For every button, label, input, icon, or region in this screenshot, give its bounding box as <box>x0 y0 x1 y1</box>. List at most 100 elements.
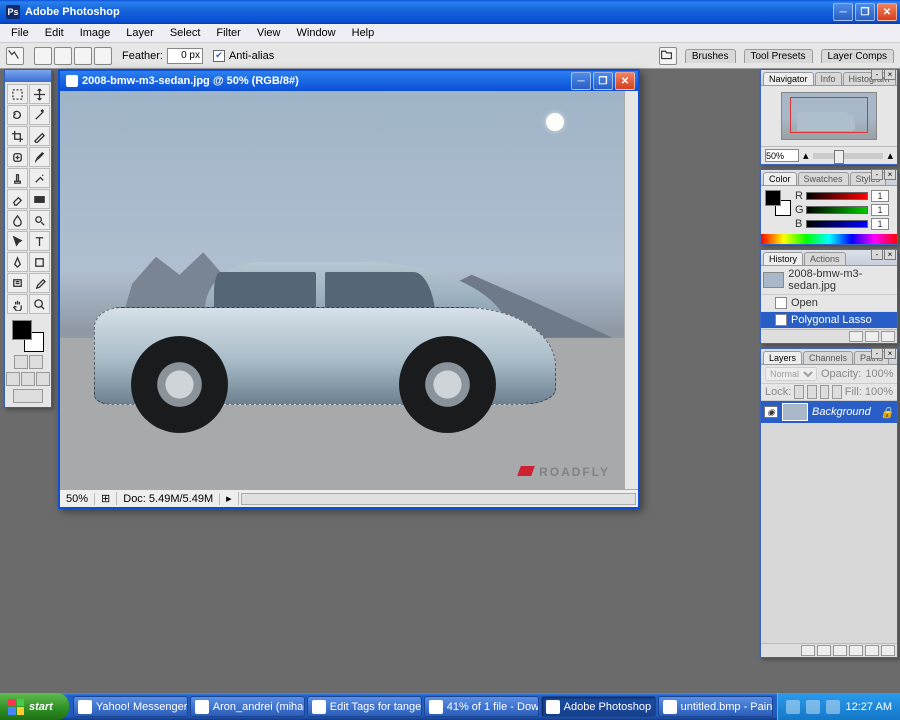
panel-close[interactable]: × <box>884 169 896 180</box>
delete-layer-button[interactable] <box>881 645 895 656</box>
menu-window[interactable]: Window <box>290 25 343 41</box>
delete-state[interactable] <box>881 331 895 342</box>
panel-minimize[interactable]: - <box>871 249 883 260</box>
layer-row-background[interactable]: ◉ Background 🔒 <box>761 401 897 423</box>
history-brush-tool[interactable] <box>29 168 50 188</box>
selection-subtract[interactable] <box>74 47 92 65</box>
clock[interactable]: 12:27 AM <box>846 701 892 713</box>
history-item-open[interactable]: Open <box>761 295 897 312</box>
tab-layers[interactable]: Layers <box>763 351 802 364</box>
tab-channels[interactable]: Channels <box>803 351 853 364</box>
toolbox-header[interactable] <box>5 70 51 82</box>
navigator-zoom-input[interactable] <box>765 149 799 162</box>
close-button[interactable]: ✕ <box>877 3 897 21</box>
r-value[interactable]: 1 <box>871 190 889 202</box>
layers-panel[interactable]: Layers Channels Paths -× Normal Opacity:… <box>760 348 898 658</box>
zoom-display[interactable]: 50% <box>60 493 95 505</box>
system-tray[interactable]: 12:27 AM <box>777 693 900 720</box>
lock-pixels[interactable] <box>807 385 817 399</box>
menu-image[interactable]: Image <box>73 25 118 41</box>
menu-help[interactable]: Help <box>345 25 382 41</box>
panel-minimize[interactable]: - <box>871 69 883 80</box>
new-layer-button[interactable] <box>865 645 879 656</box>
magic-wand-tool[interactable] <box>29 105 50 125</box>
history-snapshot[interactable]: 2008-bmw-m3-sedan.jpg <box>761 266 897 295</box>
menu-select[interactable]: Select <box>163 25 208 41</box>
panel-close[interactable]: × <box>884 348 896 359</box>
screen-mode-1[interactable] <box>6 372 20 386</box>
screen-mode-3[interactable] <box>36 372 50 386</box>
crop-tool[interactable] <box>7 126 28 146</box>
layer-style-button[interactable] <box>801 645 815 656</box>
new-doc-from-state[interactable] <box>849 331 863 342</box>
tool-preset-picker[interactable] <box>6 47 24 65</box>
panel-minimize[interactable]: - <box>871 348 883 359</box>
panel-close[interactable]: × <box>884 249 896 260</box>
document-window[interactable]: 2008-bmw-m3-sedan.jpg @ 50% (RGB/8#) ─ ❐… <box>58 69 640 509</box>
screen-mode-2[interactable] <box>21 372 35 386</box>
zoom-slider[interactable] <box>813 153 884 159</box>
tab-swatches[interactable]: Swatches <box>798 172 849 185</box>
navigator-panel[interactable]: Navigator Info Histogram -× ▴ ▴ <box>760 69 898 165</box>
doc-minimize-button[interactable]: ─ <box>571 72 591 90</box>
doc-size-display[interactable]: Doc: 5.49M/5.49M <box>117 493 220 505</box>
menu-file[interactable]: File <box>4 25 36 41</box>
start-button[interactable]: start <box>0 693 69 720</box>
blend-mode-select[interactable]: Normal <box>765 367 817 381</box>
color-spectrum-bar[interactable] <box>761 234 897 244</box>
horizontal-scrollbar[interactable] <box>241 493 636 505</box>
doc-info-menu[interactable]: ▸ <box>220 492 239 505</box>
jump-to-imageready[interactable] <box>13 389 43 403</box>
visibility-toggle[interactable]: ◉ <box>764 406 778 418</box>
path-select-tool[interactable] <box>7 231 28 251</box>
shape-tool[interactable] <box>29 252 50 272</box>
zoom-out-icon[interactable]: ▴ <box>803 149 809 162</box>
hand-tool[interactable] <box>7 294 28 314</box>
r-slider[interactable] <box>806 192 868 200</box>
layer-empty-area[interactable] <box>761 423 897 643</box>
history-item-lasso[interactable]: Polygonal Lasso <box>761 312 897 329</box>
task-paint[interactable]: untitled.bmp - Paint <box>658 696 773 717</box>
lock-position[interactable] <box>820 385 830 399</box>
navigator-thumbnail[interactable] <box>781 92 877 140</box>
foreground-color-swatch[interactable] <box>12 320 32 340</box>
healing-brush-tool[interactable] <box>7 147 28 167</box>
g-slider[interactable] <box>806 206 868 214</box>
tab-color[interactable]: Color <box>763 172 797 185</box>
tray-icon-1[interactable] <box>786 700 800 714</box>
panel-close[interactable]: × <box>884 69 896 80</box>
new-snapshot[interactable] <box>865 331 879 342</box>
quick-mask-toggle[interactable] <box>14 355 28 369</box>
feather-input[interactable] <box>167 48 203 64</box>
anti-alias-control[interactable]: ✔ Anti-alias <box>213 50 274 62</box>
selection-add[interactable] <box>54 47 72 65</box>
vertical-scrollbar[interactable] <box>624 91 638 489</box>
rect-marquee-tool[interactable] <box>7 84 28 104</box>
g-value[interactable]: 1 <box>871 204 889 216</box>
brush-tool[interactable] <box>29 147 50 167</box>
layer-thumbnail[interactable] <box>782 403 808 421</box>
menu-view[interactable]: View <box>250 25 288 41</box>
lasso-tool[interactable] <box>7 105 28 125</box>
image-canvas[interactable]: ROADFLY <box>60 91 624 489</box>
color-panel[interactable]: Color Swatches Styles -× R1 G1 B1 <box>760 169 898 245</box>
doc-close-button[interactable]: ✕ <box>615 72 635 90</box>
minimize-button[interactable]: ─ <box>833 3 853 21</box>
clone-stamp-tool[interactable] <box>7 168 28 188</box>
lock-transparency[interactable] <box>794 385 804 399</box>
history-panel[interactable]: History Actions -× 2008-bmw-m3-sedan.jpg… <box>760 249 898 344</box>
tray-icon-2[interactable] <box>806 700 820 714</box>
pen-tool[interactable] <box>7 252 28 272</box>
zoom-tool[interactable] <box>29 294 50 314</box>
slice-tool[interactable] <box>29 126 50 146</box>
gradient-tool[interactable] <box>29 189 50 209</box>
new-set-button[interactable] <box>833 645 847 656</box>
zoom-in-icon[interactable]: ▴ <box>887 149 893 162</box>
b-slider[interactable] <box>806 220 868 228</box>
task-yahoo[interactable]: Yahoo! Messenger <box>73 696 188 717</box>
toolbox-panel[interactable] <box>4 69 52 408</box>
tab-actions[interactable]: Actions <box>804 252 846 265</box>
fg-bg-swatch[interactable] <box>12 320 44 352</box>
selection-new[interactable] <box>34 47 52 65</box>
anti-alias-checkbox[interactable]: ✔ <box>213 50 225 62</box>
